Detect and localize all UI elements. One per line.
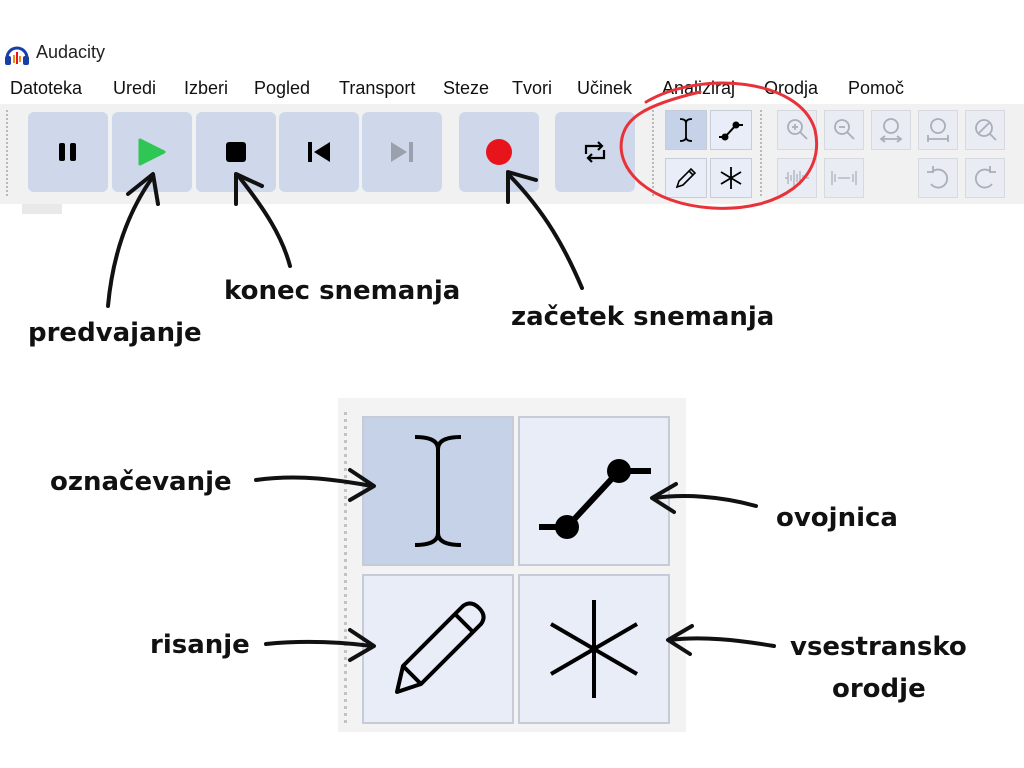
highlight-circle bbox=[619, 81, 818, 210]
arrow-to-multi bbox=[668, 636, 776, 648]
arrow-to-stop bbox=[238, 176, 292, 268]
arrow-to-play bbox=[106, 176, 154, 308]
arrow-to-record bbox=[508, 174, 584, 290]
arrow-to-selection bbox=[254, 475, 374, 488]
arrow-to-draw bbox=[264, 639, 374, 648]
annotation-overlay bbox=[106, 81, 818, 662]
arrow-to-envelope bbox=[652, 494, 758, 508]
